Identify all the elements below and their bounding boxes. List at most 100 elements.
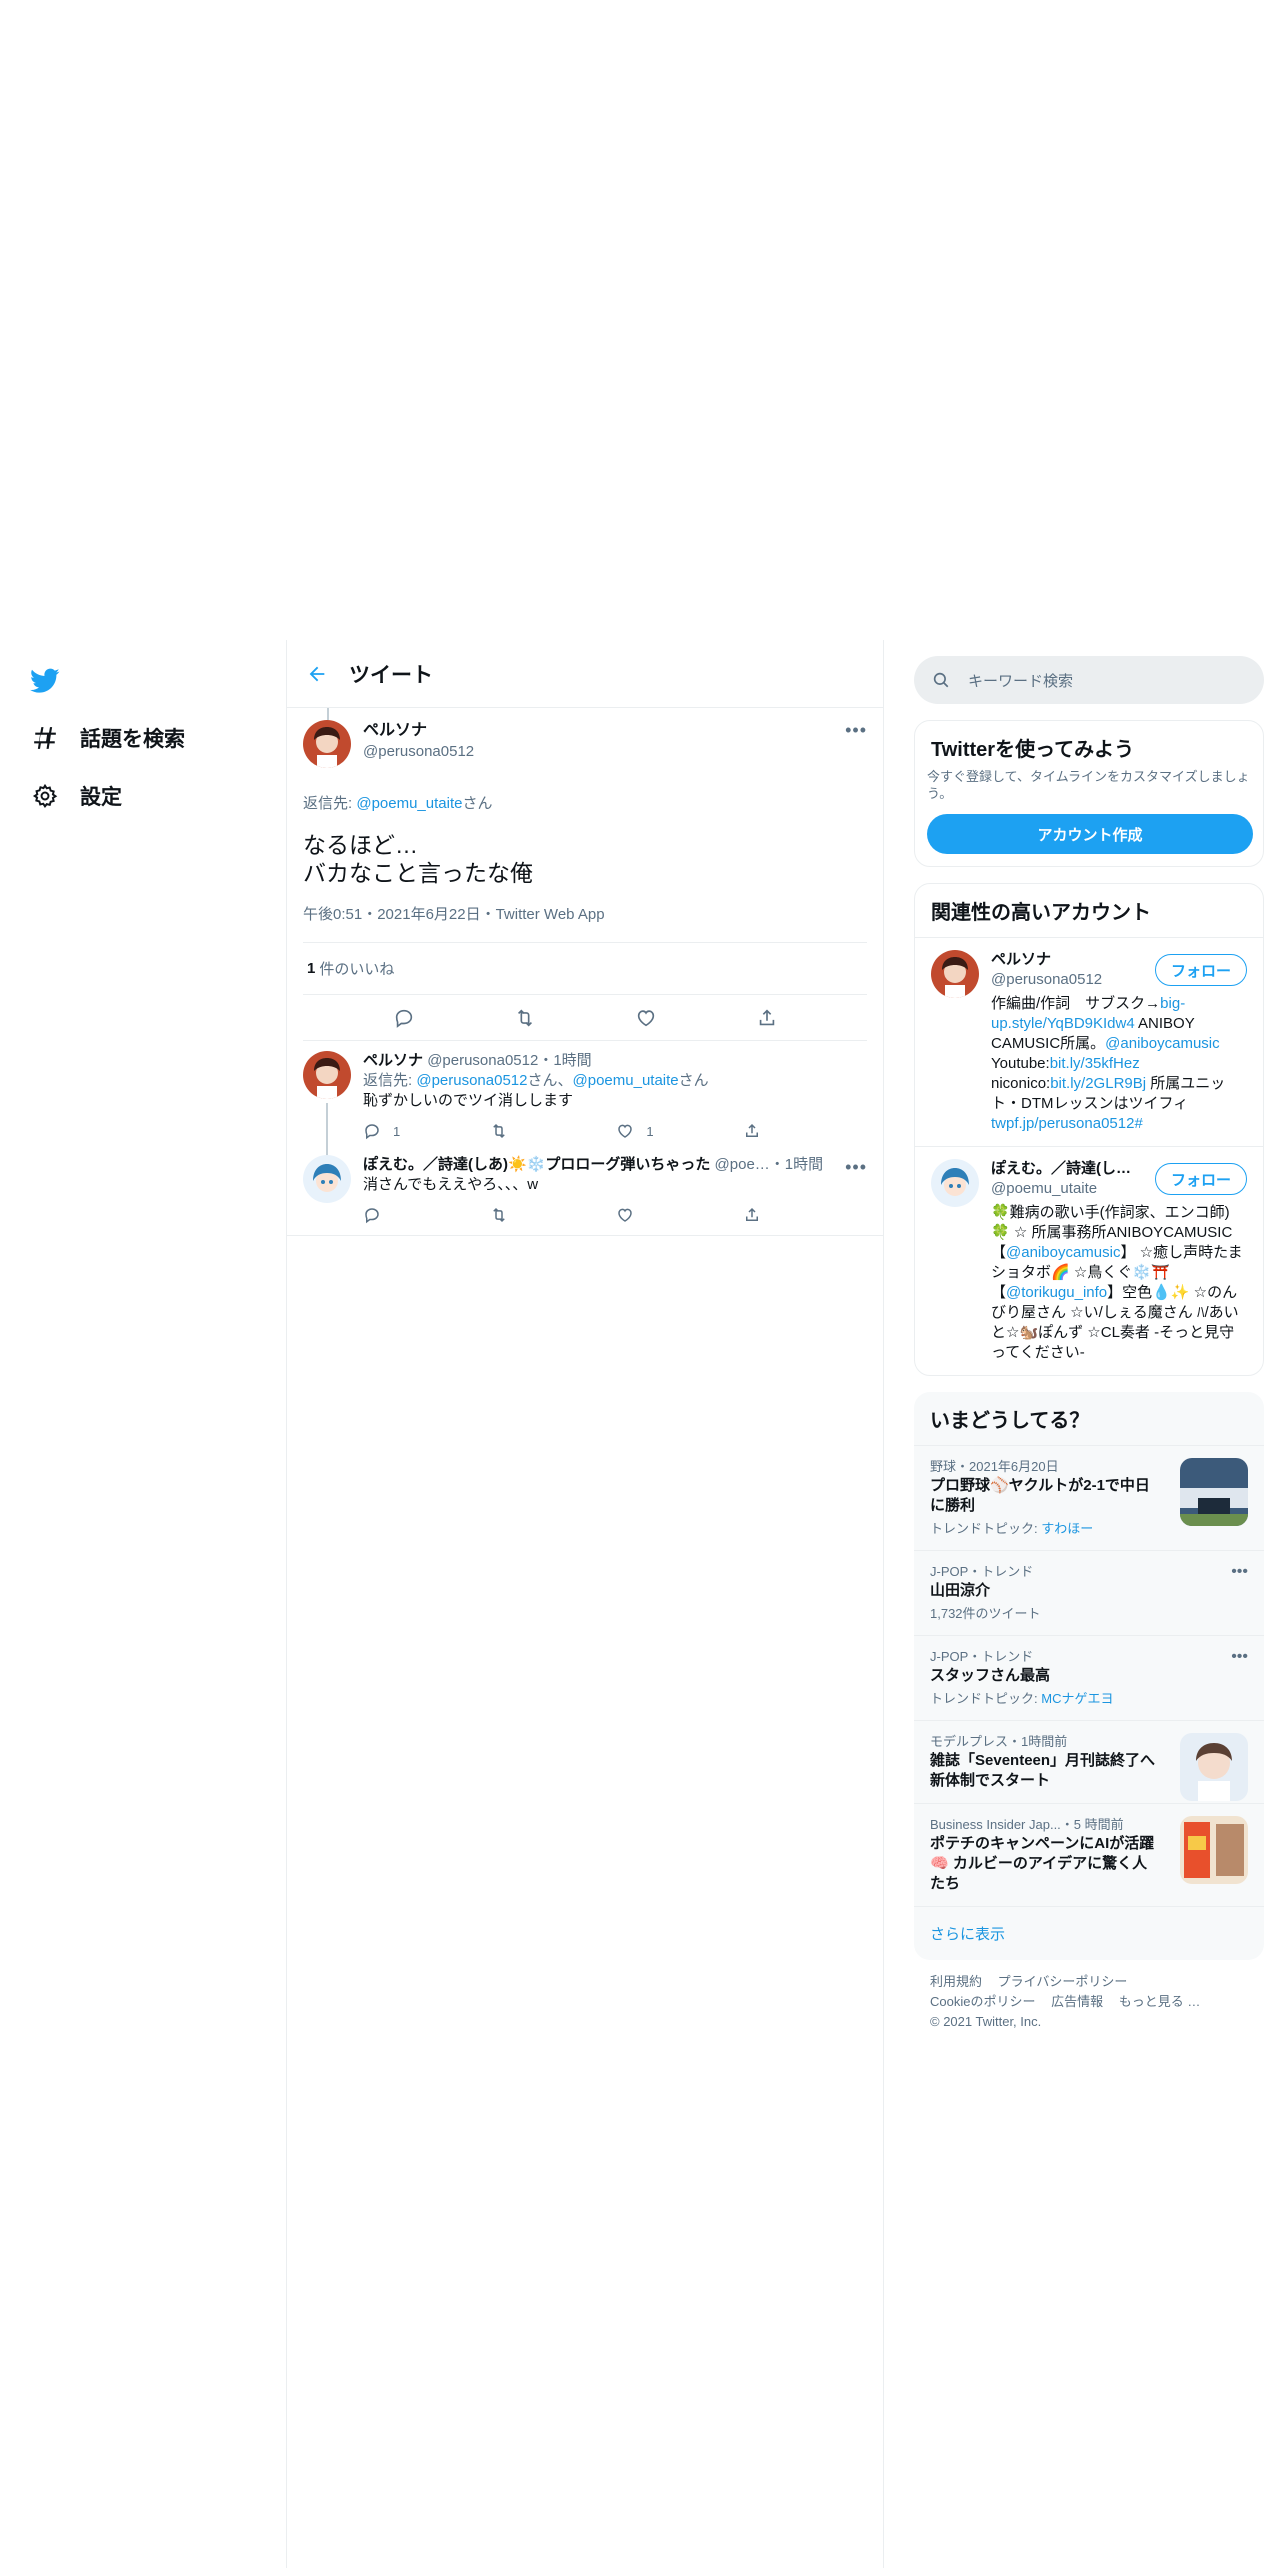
retweet-button[interactable] — [490, 1206, 550, 1224]
reply-button[interactable]: 1 — [363, 1122, 423, 1140]
like-button[interactable] — [616, 1206, 676, 1224]
twitter-logo-icon[interactable] — [30, 668, 64, 698]
avatar[interactable] — [303, 1155, 351, 1203]
signup-card: Twitterを使ってみよう 今すぐ登録して、タイムラインをカスタマイズしましょ… — [914, 720, 1264, 867]
like-button[interactable]: 1 — [616, 1122, 676, 1140]
avatar[interactable] — [303, 720, 351, 768]
trend-link[interactable]: すわほー — [1041, 1521, 1093, 1536]
author-handle[interactable]: @perusona0512 — [427, 1052, 538, 1069]
author-name[interactable]: ぽえむ。／詩達(しあ)☀️❄️プロローグ弾いちゃった — [363, 1156, 710, 1173]
bio-link[interactable]: bit.ly/35kfHez — [1050, 1055, 1140, 1072]
bio-link[interactable]: @aniboycamusic — [1006, 1244, 1120, 1261]
account-bio: 作編曲/作詞 サブスク→big-up.style/YqBD9KIdw4 ANIB… — [991, 994, 1247, 1134]
nav-item-settings[interactable]: 設定 — [30, 774, 122, 818]
footer-link[interactable]: プライバシーポリシー — [998, 1974, 1128, 1989]
nav-item-label: 設定 — [80, 786, 122, 809]
trend-meta: J-POP・トレンド — [930, 1649, 1034, 1664]
avatar[interactable] — [931, 1159, 979, 1207]
show-more-link[interactable]: さらに表示 — [914, 1906, 1264, 1960]
reply-icon[interactable] — [393, 1007, 415, 1029]
tweet-actions: 1 1 — [363, 1111, 803, 1151]
trend-link[interactable]: MCナゲエヨ — [1041, 1691, 1113, 1706]
footer-link[interactable]: もっと見る … — [1119, 1994, 1201, 2009]
tweet-time[interactable]: ・1時間 — [770, 1156, 823, 1173]
more-options-icon[interactable]: ••• — [1231, 1563, 1248, 1581]
account-item[interactable]: ぽえむ。／詩達(しあ)☀️❄️ @poemu_utaite 🍀難病の歌い手(作詞… — [915, 1146, 1263, 1375]
reply-icon — [365, 1208, 379, 1224]
avatar[interactable] — [931, 950, 979, 998]
more-options-icon[interactable]: ••• — [845, 1157, 867, 1178]
like-icon[interactable] — [635, 1007, 657, 1029]
author-name[interactable]: ペルソナ — [363, 1052, 423, 1069]
search-input[interactable]: キーワード検索 — [914, 656, 1264, 704]
trend-item[interactable]: J-POP・トレンド スタッフさん最高 トレンドトピック: MCナゲエヨ ••• — [914, 1635, 1264, 1720]
bio-link[interactable]: @aniboycamusic — [1105, 1035, 1219, 1052]
main-column: ツイート ペルソナ @perusona0512 ••• 返信先: @poemu_… — [286, 640, 884, 2568]
likes-summary[interactable]: 1 件のいいね — [303, 943, 867, 995]
account-item[interactable]: ペルソナ @perusona0512 作編曲/作詞 サブスク→big-up.st… — [915, 937, 1263, 1146]
follow-button[interactable]: フォロー — [1155, 1163, 1247, 1195]
avatar[interactable] — [303, 1051, 351, 1099]
bio-link[interactable]: bit.ly/2GLR9Bj — [1050, 1075, 1146, 1092]
trend-sub: 1,732件のツイート — [930, 1605, 1248, 1623]
mention-link[interactable]: @poemu_utaite — [573, 1072, 679, 1089]
trend-item[interactable]: Business Insider Jap...・5 時間前 ポテチのキャンペーン… — [914, 1803, 1264, 1906]
follow-button[interactable]: フォロー — [1155, 954, 1247, 986]
bio-link[interactable]: twpf.jp/perusona0512# — [991, 1115, 1143, 1132]
share-button[interactable] — [743, 1122, 803, 1140]
reply-prefix: 返信先: — [363, 1072, 417, 1089]
reply-mid: さん、 — [527, 1072, 573, 1089]
retweet-icon[interactable] — [514, 1007, 536, 1029]
back-button[interactable] — [287, 640, 347, 708]
bio-link[interactable]: @torikugu_info — [1006, 1284, 1107, 1301]
search-placeholder: キーワード検索 — [968, 672, 1074, 690]
more-options-icon[interactable]: ••• — [1231, 1648, 1248, 1666]
reply-header: ペルソナ @perusona0512・1時間 — [363, 1051, 867, 1071]
like-icon — [618, 1208, 633, 1222]
author-handle[interactable]: @perusona0512 — [363, 741, 474, 762]
trends-card: いまどうしてる？ 野球・2021年6月20日 プロ野球⚾ヤクルトが2-1で中日に… — [914, 1392, 1264, 1960]
like-icon — [618, 1124, 633, 1138]
footer-link[interactable]: 広告情報 — [1051, 1994, 1103, 2009]
reply-context: 返信先: @poemu_utaiteさん — [303, 792, 867, 813]
trend-title: 雑誌「Seventeen」月刊誌終了へ 新体制でスタート — [930, 1752, 1156, 1789]
tweet-text: 恥ずかしいのでツイ消しします — [363, 1092, 574, 1109]
thread-line — [327, 708, 329, 720]
signup-title: Twitterを使ってみよう — [931, 739, 1135, 761]
author-handle[interactable]: @poe… — [715, 1156, 770, 1173]
share-icon[interactable] — [756, 1007, 778, 1029]
retweet-icon — [492, 1123, 505, 1139]
trend-sub: トレンドトピック: MCナゲエヨ — [930, 1690, 1248, 1708]
tweet-timestamp[interactable]: 午後0:51・2021年6月22日・Twitter Web App — [303, 903, 867, 943]
arrow-left-icon — [309, 666, 325, 681]
trend-item[interactable]: 野球・2021年6月20日 プロ野球⚾ヤクルトが2-1で中日に勝利 トレンドトピ… — [914, 1445, 1264, 1550]
tweet-time[interactable]: ・1時間 — [538, 1052, 591, 1069]
share-button[interactable] — [743, 1206, 803, 1224]
account-bio: 🍀難病の歌い手(作詞家、エンコ師)🍀 ☆ 所属事務所ANIBOYCAMUSIC【… — [991, 1203, 1247, 1363]
trend-thumbnail — [1180, 1458, 1248, 1526]
copyright: © 2021 Twitter, Inc. — [930, 2014, 1042, 2029]
reply-suffix: さん — [462, 795, 493, 812]
more-options-icon[interactable]: ••• — [845, 720, 867, 741]
signup-description: 今すぐ登録して、タイムラインをカスタマイズしましょう。 — [927, 769, 1250, 801]
gear-icon — [30, 781, 60, 811]
author-name[interactable]: ペルソナ — [363, 720, 474, 741]
footer-link[interactable]: Cookieのポリシー — [930, 1994, 1035, 2009]
trend-item[interactable]: J-POP・トレンド 山田涼介 1,732件のツイート ••• — [914, 1550, 1264, 1635]
mention-link[interactable]: @perusona0512 — [416, 1072, 527, 1089]
reply-tweet[interactable]: ペルソナ @perusona0512・1時間 返信先: @perusona051… — [287, 1041, 883, 1201]
account-name[interactable]: ペルソナ — [991, 950, 1141, 970]
page-header: ツイート — [287, 640, 883, 708]
trend-sub-prefix: 1,732件のツイート — [930, 1606, 1041, 1621]
mention-link[interactable]: @poemu_utaite — [356, 795, 462, 812]
account-name[interactable]: ぽえむ。／詩達(しあ)☀️❄️ — [991, 1159, 1141, 1179]
nav-item-explore[interactable]: 話題を検索 — [30, 716, 185, 760]
footer-link[interactable]: 利用規約 — [930, 1974, 982, 1989]
reply-button[interactable] — [363, 1206, 423, 1224]
reply-tweet[interactable]: ぽえむ。／詩達(しあ)☀️❄️プロローグ弾いちゃった @poe…・1時間 消さん… — [287, 1151, 883, 1236]
trend-item[interactable]: モデルプレス・1時間前 雑誌「Seventeen」月刊誌終了へ 新体制でスタート — [914, 1720, 1264, 1803]
create-account-button[interactable]: アカウント作成 — [927, 814, 1253, 854]
retweet-button[interactable] — [490, 1122, 550, 1140]
share-icon — [745, 1123, 758, 1137]
tweet-text-line: なるほど… — [303, 832, 418, 858]
